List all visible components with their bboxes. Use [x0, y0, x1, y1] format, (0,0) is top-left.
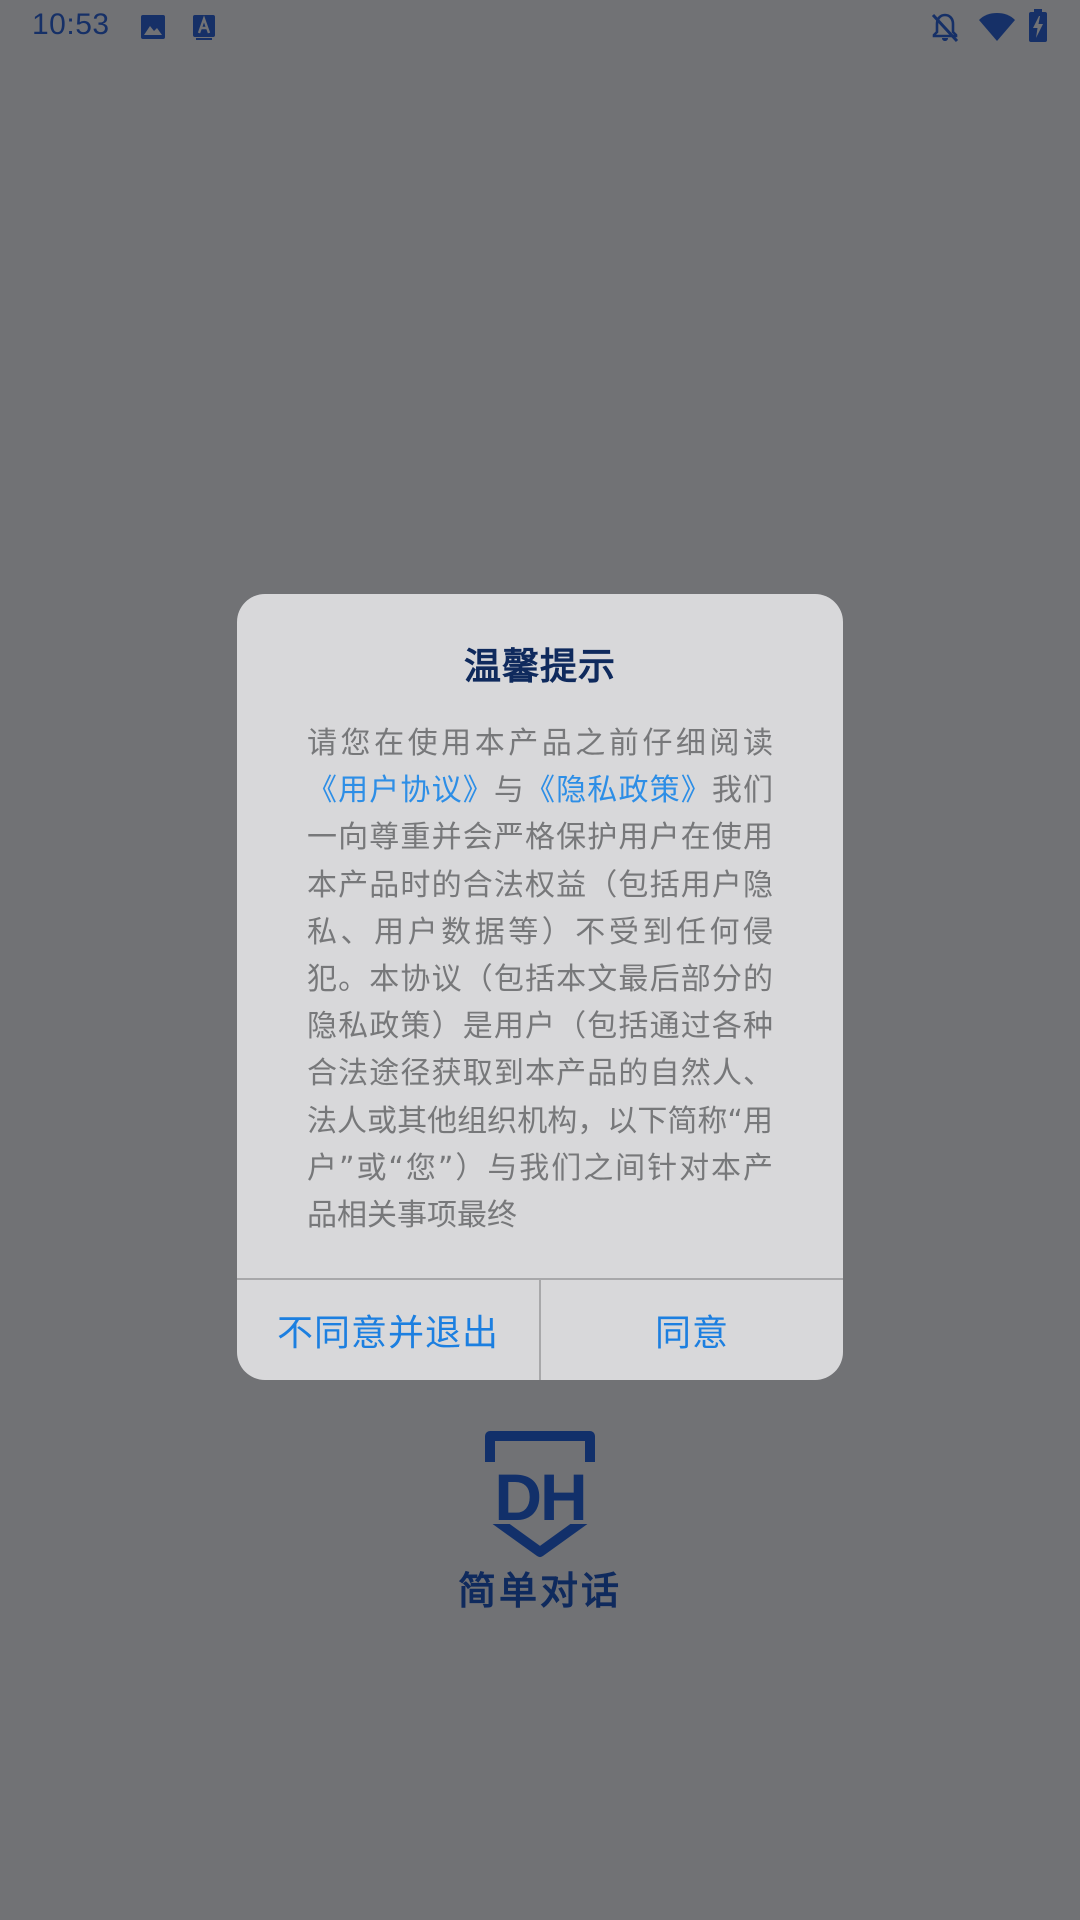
font-icon: [193, 15, 215, 40]
dialog-title: 温馨提示: [464, 645, 616, 688]
brand-name: 简单对话: [457, 1569, 622, 1613]
notifications-off-icon: [931, 13, 959, 43]
logo-text: DH: [494, 1460, 585, 1534]
battery-charging-icon: [1029, 9, 1047, 42]
privacy-policy-link[interactable]: 《隐私政策》: [525, 773, 712, 808]
body-intro: 请您在使用本产品之前仔细阅读: [307, 726, 773, 761]
privacy-dialog: 温馨提示 请您在使用本产品之前仔细阅读《用户协议》与《隐私政策》我们一向尊重并会…: [237, 594, 843, 1380]
body-rest: 我们一向尊重并会严格保护用户在使用本产品时的合法权益（包括用户隐私、用户数据等）…: [307, 773, 773, 1234]
body-connector: 与: [493, 773, 526, 809]
agree-button[interactable]: 同意: [541, 1280, 843, 1380]
status-bar: 10:53: [0, 0, 1080, 54]
dialog-body[interactable]: 请您在使用本产品之前仔细阅读《用户协议》与《隐私政策》我们一向尊重并会严格保护用…: [307, 720, 773, 1278]
disagree-exit-button[interactable]: 不同意并退出: [237, 1280, 539, 1380]
wifi-icon: [979, 13, 1015, 41]
app-logo: DH: [482, 1431, 598, 1557]
user-agreement-link[interactable]: 《用户协议》: [307, 773, 494, 808]
status-time: 10:53: [32, 8, 110, 41]
image-icon: [141, 15, 165, 39]
